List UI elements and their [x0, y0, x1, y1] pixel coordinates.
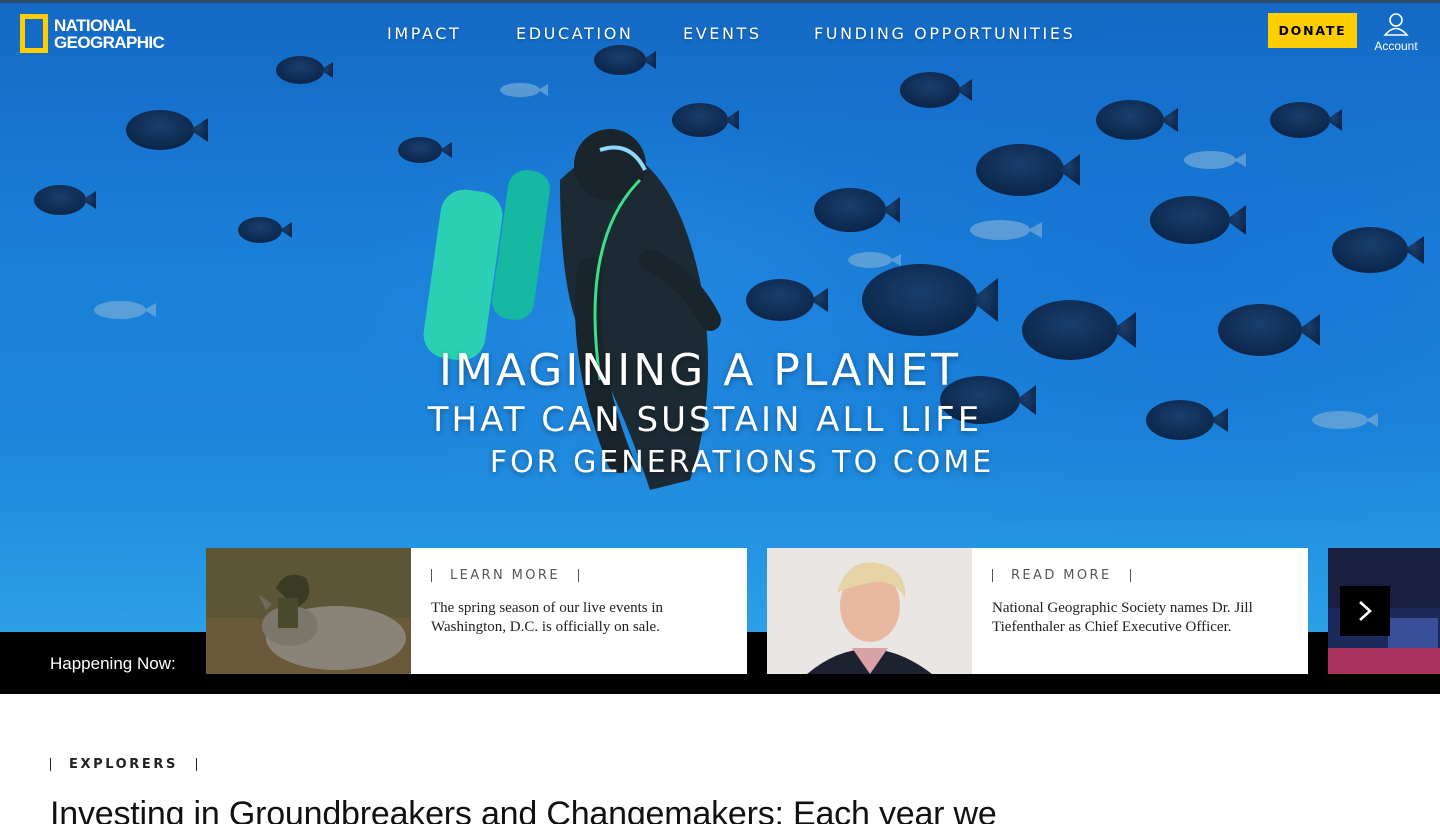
logo-wordmark-line1: National	[54, 15, 136, 35]
read-more-link[interactable]: Read More	[992, 569, 1131, 582]
section-headline: Investing in Groundbreakers and Changema…	[50, 795, 997, 824]
card-description: National Geographic Society names Dr. Ji…	[992, 600, 1253, 635]
nav-impact[interactable]: Impact	[387, 24, 461, 43]
chevron-right-icon	[1359, 601, 1372, 621]
learn-more-link[interactable]: Learn More	[431, 569, 579, 582]
carousel-next-button[interactable]	[1340, 586, 1390, 636]
card-image-rhino	[206, 548, 411, 674]
donate-button[interactable]: Donate	[1268, 13, 1357, 48]
natgeo-logo[interactable]: National Geographic	[20, 14, 165, 53]
hero-headline-line3: FOR GENERATIONS TO COME	[489, 445, 995, 480]
top-accent-bar	[0, 0, 1440, 3]
nav-education[interactable]: Education	[516, 24, 633, 43]
nav-funding-opportunities[interactable]: Funding Opportunities	[814, 24, 1075, 43]
logo-wordmark-line2: Geographic	[54, 32, 165, 52]
logo-wordmark: National Geographic	[54, 15, 165, 52]
nav-events[interactable]: Events	[683, 24, 762, 43]
hero-scene-diver-fish	[0, 45, 1440, 632]
hero-banner: IMAGINING A PLANET THAT CAN SUSTAIN ALL …	[0, 0, 1440, 632]
person-outline-icon	[1383, 13, 1409, 36]
rhino-photo	[206, 548, 411, 674]
card-body: Learn More The spring season of our live…	[411, 548, 747, 674]
account-label: Account	[1374, 39, 1418, 53]
happening-card-events[interactable]: Learn More The spring season of our live…	[206, 548, 747, 674]
happening-now-label: Happening Now:	[50, 654, 176, 673]
hero-headline-line1: IMAGINING A PLANET	[438, 345, 962, 396]
hero-headline-line2: THAT CAN SUSTAIN ALL LIFE	[427, 400, 983, 440]
portrait-photo	[767, 548, 972, 674]
card-image-portrait	[767, 548, 972, 674]
section-tag-explorers[interactable]: Explorers	[50, 758, 197, 771]
yellow-border-logo-icon	[20, 14, 48, 53]
account-button[interactable]: Account	[1368, 12, 1424, 53]
happening-card-ceo[interactable]: Read More National Geographic Society na…	[767, 548, 1308, 674]
card-description: The spring season of our live events in …	[431, 600, 664, 635]
card-body: Read More National Geographic Society na…	[972, 548, 1308, 674]
